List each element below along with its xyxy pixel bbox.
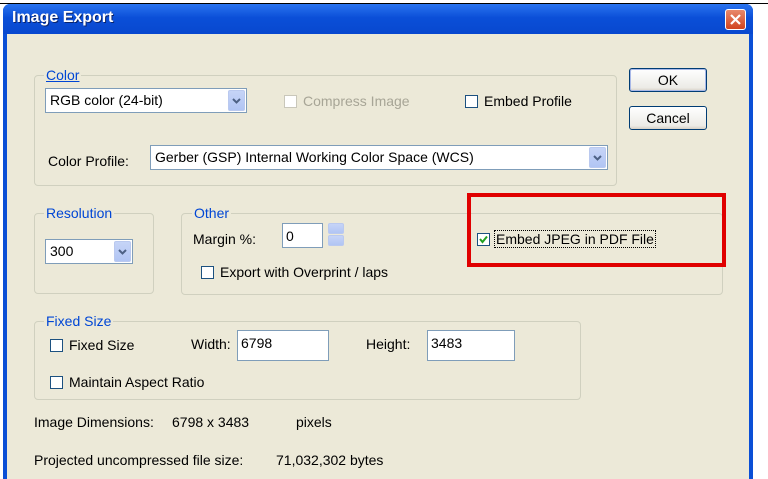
- filesize-label: Projected uncompressed file size:: [34, 452, 244, 468]
- close-button[interactable]: [725, 9, 746, 30]
- margin-input[interactable]: 0: [282, 223, 323, 248]
- dimensions-label: Image Dimensions:: [34, 414, 154, 430]
- cancel-button[interactable]: Cancel: [629, 106, 707, 130]
- maintain-aspect-checkbox[interactable]: [50, 376, 63, 389]
- export-overprint-checkbox[interactable]: [201, 266, 214, 279]
- filesize-value: 71,032,302 bytes: [276, 452, 384, 468]
- width-label: Width:: [191, 336, 231, 352]
- chevron-down-icon[interactable]: [589, 147, 606, 168]
- color-profile-label: Color Profile:: [48, 153, 129, 169]
- close-icon: [730, 14, 741, 25]
- highlight-box: [467, 193, 726, 267]
- width-input[interactable]: 6798: [237, 330, 329, 361]
- export-overprint-label: Export with Overprint / laps: [220, 264, 389, 280]
- title-bar[interactable]: Image Export: [3, 4, 753, 34]
- color-mode-value: RGB color (24-bit): [50, 92, 163, 108]
- fixed-size-checkbox[interactable]: [50, 339, 63, 352]
- color-profile-dropdown[interactable]: Gerber (GSP) Internal Working Color Spac…: [150, 145, 608, 170]
- fixed-size-legend: Fixed Size: [44, 313, 114, 329]
- chevron-down-icon[interactable]: [114, 241, 131, 262]
- spin-up-icon[interactable]: [328, 223, 344, 234]
- color-profile-value: Gerber (GSP) Internal Working Color Spac…: [155, 149, 474, 165]
- resolution-value: 300: [50, 243, 74, 259]
- height-input[interactable]: 3483: [427, 330, 515, 361]
- spin-down-icon[interactable]: [328, 235, 344, 246]
- other-legend: Other: [192, 205, 232, 221]
- resolution-dropdown[interactable]: 300: [45, 239, 133, 264]
- compress-image-checkbox[interactable]: [284, 95, 297, 108]
- embed-profile-label: Embed Profile: [484, 93, 572, 109]
- resolution-legend: Resolution: [44, 205, 115, 221]
- fixed-size-label: Fixed Size: [69, 337, 135, 353]
- color-group-legend: Color: [44, 67, 82, 83]
- dialog-title: Image Export: [12, 9, 114, 26]
- ok-button[interactable]: OK: [629, 68, 707, 92]
- dimensions-unit: pixels: [296, 414, 332, 430]
- color-mode-dropdown[interactable]: RGB color (24-bit): [45, 88, 247, 113]
- height-label: Height:: [366, 336, 411, 352]
- margin-spinner[interactable]: [328, 223, 344, 247]
- margin-label: Margin %:: [193, 231, 257, 247]
- compress-image-label: Compress Image: [303, 93, 410, 109]
- dimensions-value: 6798 x 3483: [172, 414, 250, 430]
- chevron-down-icon[interactable]: [228, 90, 245, 111]
- maintain-aspect-label: Maintain Aspect Ratio: [69, 374, 205, 390]
- embed-profile-checkbox[interactable]: [465, 95, 478, 108]
